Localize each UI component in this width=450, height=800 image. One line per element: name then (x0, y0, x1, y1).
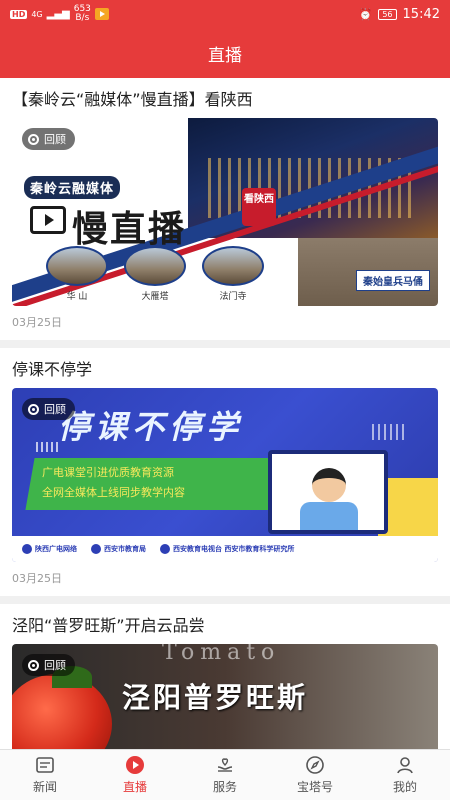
item-date: 03月25日 (12, 572, 62, 585)
page-title: 直播 (208, 45, 242, 66)
list-item[interactable]: 停课不停学 停课不停学 广电课堂引进优质教育资源 全网全媒体上线同步教学内容 陕… (0, 348, 450, 604)
logo-item: 西安教育电视台 西安市教育科学研究所 (160, 544, 294, 554)
logo-icon (91, 544, 101, 554)
thumb-line-2: 全网全媒体上线同步教学内容 (42, 486, 185, 499)
logo-item: 西安市教育局 (91, 544, 146, 554)
spot: 法门寺 (200, 246, 266, 302)
tab-service[interactable]: 服务 (180, 750, 270, 800)
thumb-brand: 秦岭云融媒体 (24, 176, 121, 199)
decor-dots (36, 442, 60, 452)
replay-badge: 回顾 (22, 654, 75, 676)
tab-live[interactable]: 直播 (90, 750, 180, 800)
spot-circles: 华 山 大雁塔 法门寺 (44, 246, 266, 302)
item-title[interactable]: 泾阳“普罗旺斯”开启云品尝 (12, 604, 438, 644)
net-speed-unit: B/s (75, 13, 90, 23)
thumb-headline: 停课不停学 (58, 408, 244, 446)
logo-item: 陕西广电网络 (22, 544, 77, 554)
spot-label: 华 山 (66, 292, 88, 302)
item-title[interactable]: 【秦岭云“融媒体”慢直播】看陕西 (12, 78, 438, 118)
spot-image (202, 246, 264, 286)
tab-label: 宝塔号 (296, 780, 333, 794)
tab-mine[interactable]: 我的 (360, 750, 450, 800)
service-hand-icon (217, 758, 233, 772)
thumb-headline: 慢直播 (72, 209, 187, 250)
spot: 华 山 (44, 246, 110, 302)
decor-dots (372, 424, 408, 440)
logo-text: 西安教育电视台 西安市教育科学研究所 (173, 545, 295, 553)
thumb-headline: 泾阳普罗旺斯 (122, 681, 309, 714)
replay-label: 回顾 (44, 133, 66, 146)
list-item[interactable]: 【秦岭云“融媒体”慢直播】看陕西 秦岭云融媒体 慢直播 看陕西 华 山 大雁塔 … (0, 78, 450, 348)
signal-icon: ▂▄▆ (46, 8, 70, 20)
logo-strip: 陕西广电网络 西安市教育局 西安教育电视台 西安市教育科学研究所 (12, 536, 438, 562)
net-speed: 653 B/s (74, 5, 91, 23)
battery-indicator: 56 (378, 8, 397, 20)
item-date: 03月25日 (12, 316, 62, 329)
tab-baotahao[interactable]: 宝塔号 (270, 750, 360, 800)
tab-news[interactable]: 新闻 (0, 750, 90, 800)
alarm-icon: ⏰ (358, 7, 373, 21)
replay-icon (28, 659, 39, 671)
logo-text: 陕西广电网络 (35, 545, 77, 553)
corner-label: 秦始皇兵马俑 (356, 270, 430, 291)
tab-label: 我的 (392, 780, 417, 794)
teacher-head (312, 468, 346, 502)
clock: 15:42 (402, 6, 440, 22)
tv-play-icon (30, 206, 66, 234)
spot-image (124, 246, 186, 286)
spot-label: 大雁塔 (141, 292, 169, 302)
thumb-seal: 看陕西 (242, 188, 276, 226)
tab-label: 新闻 (32, 780, 57, 794)
live-feed[interactable]: 【秦岭云“融媒体”慢直播】看陕西 秦岭云融媒体 慢直播 看陕西 华 山 大雁塔 … (0, 78, 450, 749)
teacher-body (300, 502, 358, 530)
item-title[interactable]: 停课不停学 (12, 348, 438, 388)
thumb-overlay-text: Tomato (162, 644, 281, 665)
item-thumbnail[interactable]: 停课不停学 广电课堂引进优质教育资源 全网全媒体上线同步教学内容 陕西广电网络 … (12, 388, 438, 562)
logo-text: 西安市教育局 (104, 545, 146, 553)
logo-icon (160, 544, 170, 554)
status-right: ⏰ 56 15:42 (359, 7, 440, 22)
status-left: HD 4G ▂▄▆ 653 B/s (10, 5, 109, 23)
live-play-icon (126, 756, 144, 774)
video-app-icon (94, 8, 109, 20)
thumb-line-1: 广电课堂引进优质教育资源 (42, 466, 174, 479)
spot: 大雁塔 (122, 246, 188, 302)
compass-icon (306, 756, 324, 774)
replay-icon (28, 133, 39, 145)
list-item[interactable]: 泾阳“普罗旺斯”开启云品尝 Tomato 泾阳普罗旺斯 回顾 (0, 604, 450, 749)
logo-icon (22, 544, 32, 554)
hd-tag: HD (10, 9, 28, 19)
tab-label: 服务 (212, 780, 237, 794)
item-thumbnail[interactable]: Tomato 泾阳普罗旺斯 回顾 (12, 644, 438, 749)
replay-label: 回顾 (44, 659, 66, 672)
item-thumbnail[interactable]: 秦岭云融媒体 慢直播 看陕西 华 山 大雁塔 法门寺 秦始皇兵马俑 回顾 (12, 118, 438, 306)
replay-label: 回顾 (44, 403, 66, 416)
top-nav-bar: 直播 (0, 28, 450, 78)
profile-icon (397, 757, 413, 774)
news-icon (36, 757, 54, 773)
spot-image (46, 246, 108, 286)
status-bar: HD 4G ▂▄▆ 653 B/s ⏰ 56 15:42 (0, 0, 450, 28)
network-gen: 4G (31, 9, 43, 19)
replay-badge: 回顾 (22, 398, 75, 420)
tab-label: 直播 (122, 780, 147, 794)
teacher-screen (268, 450, 388, 534)
replay-badge: 回顾 (22, 128, 75, 150)
replay-icon (28, 403, 39, 415)
bottom-tab-bar: 新闻 直播 服务 宝塔号 我的 (0, 749, 450, 800)
spot-label: 法门寺 (219, 292, 247, 302)
